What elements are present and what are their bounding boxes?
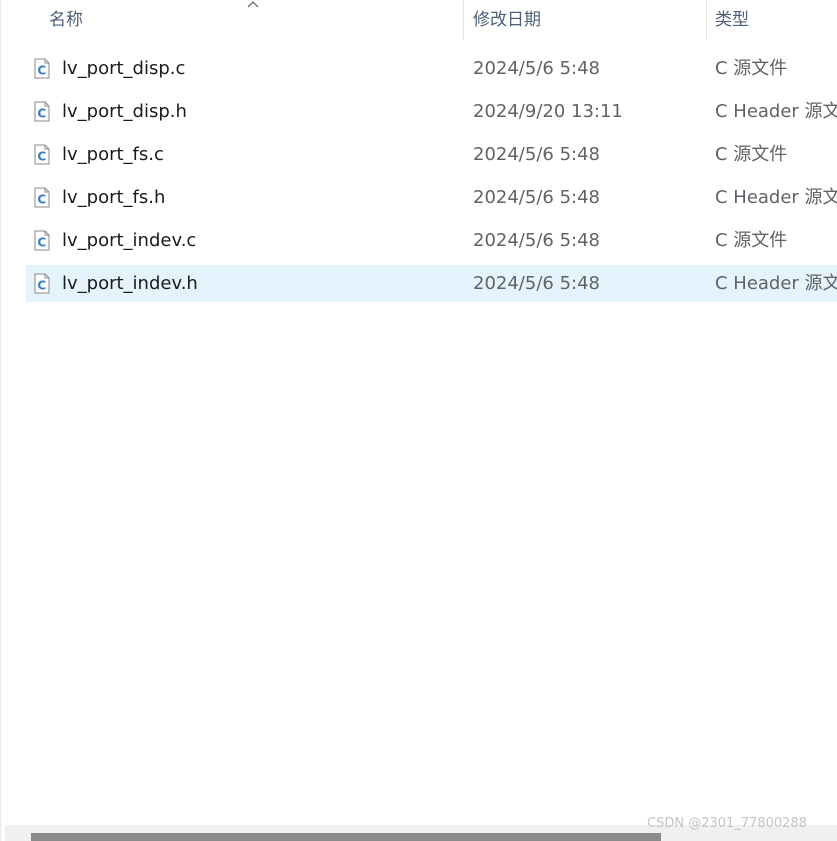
- column-header-bar: 名称 修改日期 类型: [1, 0, 837, 40]
- c-header-file-icon: C: [34, 101, 50, 122]
- c-header-file-icon: C: [34, 187, 50, 208]
- file-row-selected[interactable]: C lv_port_indev.h 2024/5/6 5:48 C Header…: [26, 265, 837, 302]
- file-date-modified: 2024/5/6 5:48: [473, 187, 600, 208]
- file-type: C Header 源文件: [715, 101, 837, 122]
- svg-text:C: C: [37, 64, 46, 78]
- c-source-file-icon: C: [34, 58, 50, 79]
- file-name: lv_port_indev.c: [62, 230, 197, 251]
- column-header-date-modified[interactable]: 修改日期: [473, 0, 705, 40]
- file-name: lv_port_indev.h: [62, 273, 198, 294]
- column-divider[interactable]: [463, 0, 464, 40]
- column-header-type[interactable]: 类型: [715, 0, 837, 40]
- file-type: C Header 源文件: [715, 187, 837, 208]
- svg-text:C: C: [37, 236, 46, 250]
- svg-text:C: C: [37, 193, 46, 207]
- file-row[interactable]: C lv_port_indev.c 2024/5/6 5:48 C 源文件: [26, 219, 837, 262]
- file-date-modified: 2024/5/6 5:48: [473, 58, 600, 79]
- file-row[interactable]: C lv_port_disp.c 2024/5/6 5:48 C 源文件: [26, 47, 837, 90]
- c-source-file-icon: C: [34, 230, 50, 251]
- file-date-modified: 2024/5/6 5:48: [473, 273, 600, 294]
- file-type: C 源文件: [715, 144, 788, 165]
- file-row[interactable]: C lv_port_disp.h 2024/9/20 13:11 C Heade…: [26, 90, 837, 133]
- file-list: C lv_port_disp.c 2024/5/6 5:48 C 源文件 C l…: [1, 47, 837, 305]
- watermark: CSDN @2301_77800288: [647, 816, 807, 831]
- svg-text:C: C: [37, 279, 46, 293]
- horizontal-scrollbar-thumb[interactable]: [31, 833, 661, 841]
- file-name: lv_port_fs.h: [62, 187, 166, 208]
- column-divider[interactable]: [706, 0, 707, 40]
- file-type: C Header 源文件: [715, 273, 837, 294]
- file-date-modified: 2024/5/6 5:48: [473, 144, 600, 165]
- file-date-modified: 2024/9/20 13:11: [473, 101, 623, 122]
- sort-ascending-icon: [247, 1, 259, 8]
- file-name: lv_port_fs.c: [62, 144, 164, 165]
- file-name: lv_port_disp.h: [62, 101, 187, 122]
- svg-text:C: C: [37, 150, 46, 164]
- file-explorer-window: 名称 修改日期 类型 C lv_port_disp.c 2024/5/6 5:4…: [0, 0, 837, 841]
- file-name: lv_port_disp.c: [62, 58, 186, 79]
- file-type: C 源文件: [715, 230, 788, 251]
- c-header-file-icon: C: [34, 273, 50, 294]
- c-source-file-icon: C: [34, 144, 50, 165]
- file-date-modified: 2024/5/6 5:48: [473, 230, 600, 251]
- file-row[interactable]: C lv_port_fs.h 2024/5/6 5:48 C Header 源文…: [26, 176, 837, 219]
- file-row[interactable]: C lv_port_fs.c 2024/5/6 5:48 C 源文件: [26, 133, 837, 176]
- file-type: C 源文件: [715, 58, 788, 79]
- svg-text:C: C: [37, 107, 46, 121]
